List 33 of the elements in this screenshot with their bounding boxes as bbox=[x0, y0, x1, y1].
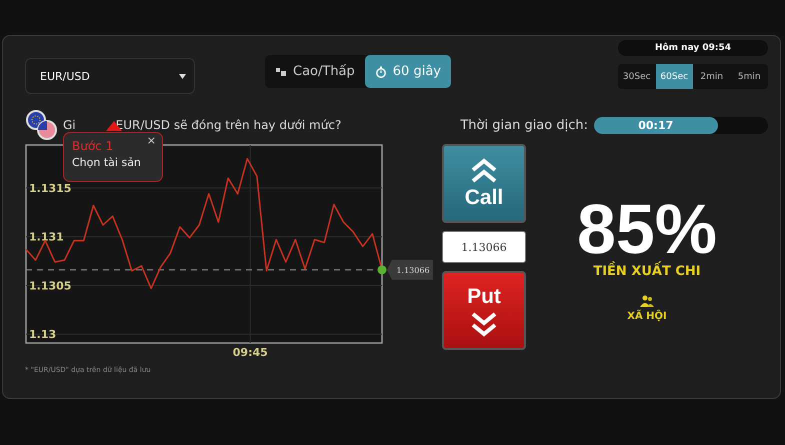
trade-time-fill: 00:17 bbox=[594, 116, 718, 134]
duration-tab[interactable]: 30Sec bbox=[618, 64, 656, 89]
trade-time-label: Thời gian giao dịch: bbox=[460, 118, 588, 132]
put-button[interactable]: Put bbox=[442, 271, 526, 350]
question-text: EUR/USD sẽ đóng trên hay dưới mức? bbox=[116, 118, 342, 132]
axis-label: 1.1305 bbox=[29, 279, 72, 292]
axis-label: 1.13 bbox=[29, 328, 56, 342]
duration-tab[interactable]: 5min bbox=[730, 64, 768, 89]
mode-tab[interactable]: Cao/Thấp bbox=[265, 55, 365, 88]
axis-label: 1.1315 bbox=[29, 182, 72, 195]
mode-tab[interactable]: 60 giây bbox=[364, 55, 451, 88]
strike-price-field[interactable]: 1.13066 bbox=[442, 231, 526, 263]
asset-dropdown[interactable]: EUR/USD bbox=[25, 58, 195, 94]
axis-label: 1.131 bbox=[29, 230, 64, 244]
stopwatch-icon bbox=[374, 66, 387, 78]
people-icon bbox=[640, 295, 654, 307]
close-button[interactable]: × bbox=[146, 134, 156, 147]
dots-icon bbox=[275, 66, 287, 78]
current-price-dot bbox=[378, 265, 386, 274]
tooltip-title: Bước 1 bbox=[72, 139, 114, 153]
axis-label: 09:45 bbox=[232, 346, 268, 359]
question-text: Gi bbox=[63, 118, 76, 132]
social-link[interactable]: XÃ HỘI bbox=[627, 311, 667, 322]
duration-tab[interactable]: 2min bbox=[693, 64, 730, 89]
caret-icon bbox=[179, 74, 186, 78]
clock-label: Hôm nay 09:54 bbox=[618, 40, 768, 56]
double-chevron-down-icon bbox=[469, 310, 499, 336]
double-chevron-up-icon bbox=[469, 158, 499, 184]
call-button[interactable]: Call bbox=[442, 144, 526, 223]
price-tag: 1.13066 bbox=[387, 260, 433, 280]
duration-tab[interactable]: 60Sec bbox=[656, 64, 693, 89]
currency-flags-icon bbox=[25, 109, 57, 141]
tooltip-text: Chọn tài sản bbox=[72, 156, 142, 169]
